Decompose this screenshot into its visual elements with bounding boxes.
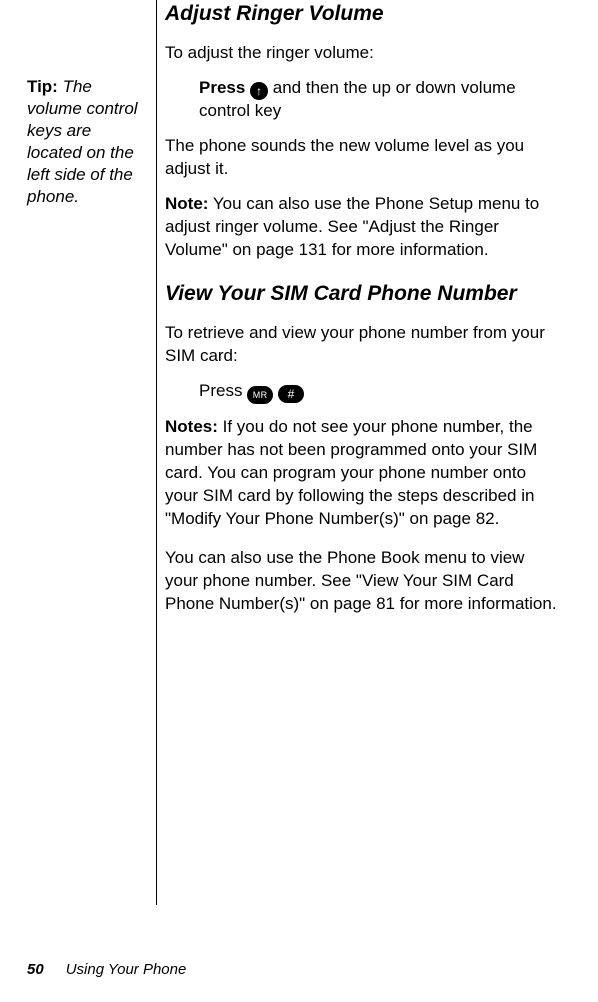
sec2-press-line: Press MR # [199,380,560,404]
press-label: Press [199,381,247,400]
column-divider [156,0,157,905]
page: Tip: The volume control keys are located… [0,0,598,1002]
page-footer: 50 Using Your Phone [27,960,186,980]
sec1-result: The phone sounds the new volume level as… [165,135,560,181]
hash-key-icon: # [278,385,304,403]
sec1-note: Note: You can also use the Phone Setup m… [165,193,560,262]
sec1-intro: To adjust the ringer volume: [165,42,560,65]
tip-text: The volume control keys are located on t… [27,77,138,206]
notes-label: Notes: [165,417,218,436]
main-column: Adjust Ringer Volume To adjust the ringe… [165,0,560,628]
heading-adjust-ringer: Adjust Ringer Volume [165,0,560,28]
sec2-last-para: You can also use the Phone Book menu to … [165,547,560,616]
heading-view-sim: View Your SIM Card Phone Number [165,280,560,308]
notes-text: If you do not see your phone number, the… [165,417,537,528]
tip-label: Tip: [27,77,58,96]
note-label: Note: [165,194,208,213]
sidebar-tip: Tip: The volume control keys are located… [27,76,147,209]
mr-key-icon: MR [247,386,273,404]
sec1-press-line: Press ↑ and then the up or down volume c… [199,77,560,123]
sec2-intro: To retrieve and view your phone number f… [165,322,560,368]
up-arrow-icon: ↑ [250,82,268,100]
note-text: You can also use the Phone Setup menu to… [165,194,539,259]
page-number: 50 [27,961,44,978]
sec2-notes: Notes: If you do not see your phone numb… [165,416,560,531]
press-label: Press [199,78,250,97]
footer-section-title: Using Your Phone [66,961,187,978]
